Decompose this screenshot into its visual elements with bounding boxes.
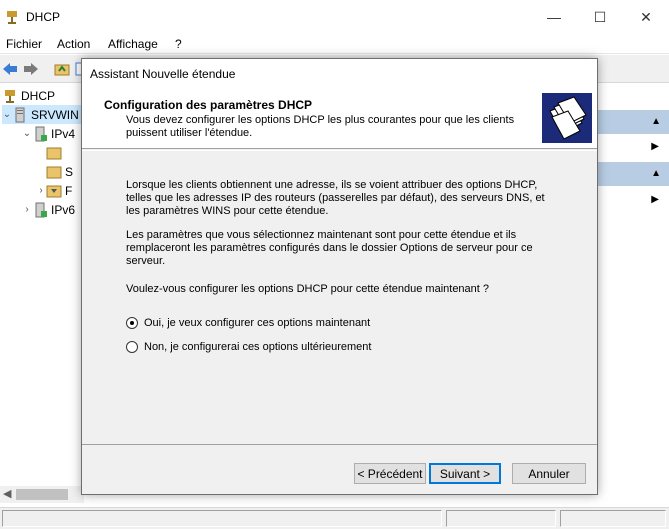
radio-option-yes[interactable]: Oui, je veux configurer ces options main… bbox=[126, 317, 370, 329]
scroll-left-arrow-icon[interactable]: ◀ bbox=[3, 487, 11, 500]
header-divider bbox=[82, 150, 597, 151]
tree-label-ipv4: IPv4 bbox=[51, 126, 76, 141]
dhcp-app-icon bbox=[7, 11, 17, 24]
folder-icon bbox=[46, 166, 62, 178]
tree-item-ipv6[interactable]: › IPv6 bbox=[22, 200, 75, 219]
collapse-chevron-icon[interactable]: ⌄ bbox=[2, 109, 12, 120]
dialog-paragraph-1: Lorsque les clients obtiennent une adres… bbox=[126, 179, 545, 217]
dialog-paragraph-2: Les paramètres que vous sélectionnez mai… bbox=[126, 229, 533, 267]
menu-action[interactable]: Action bbox=[57, 37, 90, 51]
collapse-chevron-icon[interactable]: ⌄ bbox=[22, 128, 32, 139]
menu-fichier[interactable]: Fichier bbox=[6, 37, 42, 51]
actions-section-header-1[interactable]: ▲ bbox=[597, 110, 669, 134]
menu-bar: Fichier Action Affichage ? bbox=[0, 34, 669, 54]
tree-label-child-3: F bbox=[65, 183, 73, 198]
console-tree: DHCP ⌄ SRVWIN ⌄ IPv4 S › F › IPv6 bbox=[0, 84, 84, 484]
tree-label-ipv6: IPv6 bbox=[51, 202, 76, 217]
title-bar: DHCP — ☐ ✕ bbox=[0, 0, 669, 34]
dialog-question: Voulez-vous configurer les options DHCP … bbox=[126, 283, 490, 295]
maximize-button[interactable]: ☐ bbox=[577, 0, 623, 34]
tree-item-child-3[interactable]: › F bbox=[36, 181, 72, 200]
footer-divider bbox=[82, 444, 597, 445]
dialog-heading: Configuration des paramètres DHCP bbox=[104, 98, 313, 112]
dhcp-icon bbox=[5, 89, 15, 103]
ipv4-icon bbox=[35, 126, 47, 141]
cancel-button[interactable]: Annuler bbox=[512, 463, 586, 484]
radio-no-indicator[interactable] bbox=[126, 341, 138, 353]
tree-label-server: SRVWIN bbox=[31, 107, 79, 122]
filter-folder-icon bbox=[46, 185, 62, 197]
ipv6-icon bbox=[35, 202, 47, 217]
status-cell-1 bbox=[2, 510, 442, 527]
tree-item-dhcp[interactable]: DHCP bbox=[2, 86, 55, 105]
minimize-button[interactable]: — bbox=[531, 0, 577, 34]
dialog-header: Configuration des paramètres DHCP Vous d… bbox=[82, 88, 597, 149]
horizontal-scrollbar[interactable]: ◀ bbox=[0, 486, 84, 503]
folder-up-icon[interactable] bbox=[53, 60, 71, 78]
tree-item-ipv4[interactable]: ⌄ IPv4 bbox=[22, 124, 75, 143]
tree-item-child-1[interactable] bbox=[46, 143, 65, 162]
status-bar bbox=[0, 507, 669, 529]
wizard-folders-icon bbox=[542, 93, 592, 143]
actions-section-header-2[interactable]: ▲ bbox=[597, 162, 669, 186]
close-button[interactable]: ✕ bbox=[623, 0, 669, 34]
expand-chevron-icon[interactable]: › bbox=[36, 185, 46, 196]
collapse-caret-icon[interactable]: ▲ bbox=[651, 116, 661, 127]
menu-help[interactable]: ? bbox=[175, 37, 182, 51]
window-title: DHCP bbox=[26, 10, 61, 24]
status-cell-2 bbox=[446, 510, 556, 527]
dialog-subheading: Vous devez configurer les options DHCP l… bbox=[126, 114, 515, 139]
tree-label-dhcp: DHCP bbox=[21, 88, 56, 103]
scrollbar-thumb[interactable] bbox=[16, 489, 68, 500]
radio-yes-label[interactable]: Oui, je veux configurer ces options main… bbox=[144, 317, 370, 329]
folder-icon bbox=[46, 147, 62, 159]
dialog-title: Assistant Nouvelle étendue bbox=[90, 67, 236, 81]
dialog-title-bar[interactable]: Assistant Nouvelle étendue bbox=[82, 59, 597, 88]
radio-no-label[interactable]: Non, je configurerai ces options ultérie… bbox=[144, 341, 371, 353]
submenu-arrow-icon[interactable]: ▶ bbox=[651, 194, 659, 205]
menu-affichage[interactable]: Affichage bbox=[108, 37, 158, 51]
submenu-arrow-icon[interactable]: ▶ bbox=[651, 141, 659, 152]
tree-label-child-2: S bbox=[65, 164, 74, 179]
status-cell-3 bbox=[560, 510, 666, 527]
back-button[interactable]: < Précédent bbox=[354, 463, 426, 484]
next-button[interactable]: Suivant > bbox=[429, 463, 501, 484]
expand-chevron-icon[interactable]: › bbox=[22, 204, 32, 215]
back-arrow-icon[interactable] bbox=[1, 60, 19, 78]
forward-arrow-icon[interactable] bbox=[22, 60, 40, 78]
collapse-caret-icon[interactable]: ▲ bbox=[651, 168, 661, 179]
radio-option-no[interactable]: Non, je configurerai ces options ultérie… bbox=[126, 341, 371, 353]
tree-item-child-2[interactable]: S bbox=[46, 162, 73, 181]
tree-item-server[interactable]: ⌄ SRVWIN bbox=[2, 105, 84, 124]
radio-yes-indicator[interactable] bbox=[126, 317, 138, 329]
actions-pane: ▲ ▶ ▲ ▶ bbox=[597, 84, 669, 484]
server-icon bbox=[15, 107, 25, 122]
new-scope-wizard-dialog: Assistant Nouvelle étendue Configuration… bbox=[81, 58, 598, 495]
